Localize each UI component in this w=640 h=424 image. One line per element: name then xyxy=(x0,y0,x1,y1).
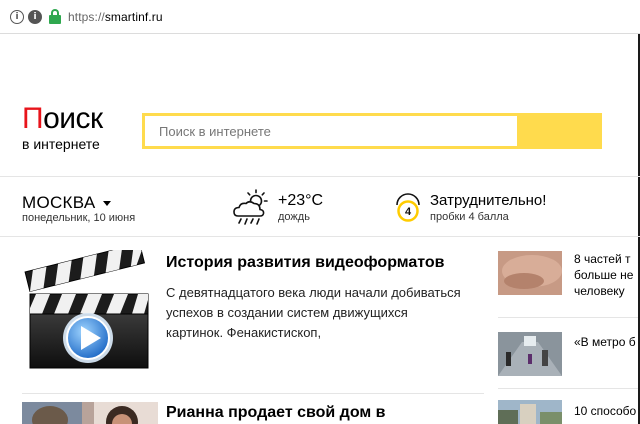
traffic-gauge-icon[interactable]: 4 xyxy=(394,192,422,222)
news-thumbnail[interactable] xyxy=(22,402,158,424)
browser-chrome: i i https://smartinf.ru xyxy=(0,0,640,40)
site-logo[interactable]: Поиск в интернете xyxy=(22,102,132,153)
side-news-text: 10 способо xyxy=(574,404,637,418)
url-text[interactable]: https://smartinf.ru xyxy=(68,10,163,24)
side-divider xyxy=(498,317,638,318)
logo-subtitle: в интернете xyxy=(22,136,100,152)
info-divider xyxy=(0,236,640,237)
side-news-item[interactable]: 10 способо xyxy=(498,400,638,424)
side-news-item[interactable]: 8 частей т больше не человеку xyxy=(498,251,638,301)
news-title[interactable]: История развития видеоформатов xyxy=(166,254,445,272)
news-divider xyxy=(22,393,484,394)
side-news-thumbnail xyxy=(498,251,562,295)
side-news-text: 8 частей т больше не человеку xyxy=(574,252,634,298)
logo-first-letter: П xyxy=(22,102,44,135)
video-clapperboard-icon[interactable] xyxy=(24,250,152,372)
site-info-icon[interactable]: i xyxy=(28,9,42,24)
side-news-thumbnail xyxy=(498,332,562,376)
weather-description: дождь xyxy=(278,211,310,223)
news-title[interactable]: Рианна продает свой дом в xyxy=(166,404,386,422)
current-date: понедельник, 10 июня xyxy=(22,212,136,224)
traffic-score: 4 xyxy=(405,206,412,218)
traffic-title[interactable]: Затруднительно! xyxy=(430,192,546,209)
address-bar[interactable]: i i https://smartinf.ru xyxy=(0,0,640,34)
search-box xyxy=(142,113,602,149)
news-excerpt[interactable]: С девятнадцатого века люди начали добива… xyxy=(166,283,466,343)
search-input[interactable] xyxy=(145,116,517,146)
info-icon[interactable]: i xyxy=(10,9,24,24)
temperature[interactable]: +23°C xyxy=(278,192,323,210)
side-news-thumbnail xyxy=(498,400,562,424)
city-selector[interactable]: МОСКВА xyxy=(22,193,112,213)
side-news-text: «В метро б xyxy=(574,335,636,349)
header-divider xyxy=(0,176,640,177)
search-button[interactable] xyxy=(517,113,602,149)
lock-icon[interactable] xyxy=(48,8,62,25)
side-divider xyxy=(498,388,638,389)
traffic-description: пробки 4 балла xyxy=(430,211,509,223)
side-news-item[interactable]: «В метро б xyxy=(498,332,638,376)
logo-word: оиск xyxy=(43,102,103,135)
rain-cloud-icon[interactable] xyxy=(232,189,272,227)
chevron-down-icon xyxy=(103,200,112,206)
